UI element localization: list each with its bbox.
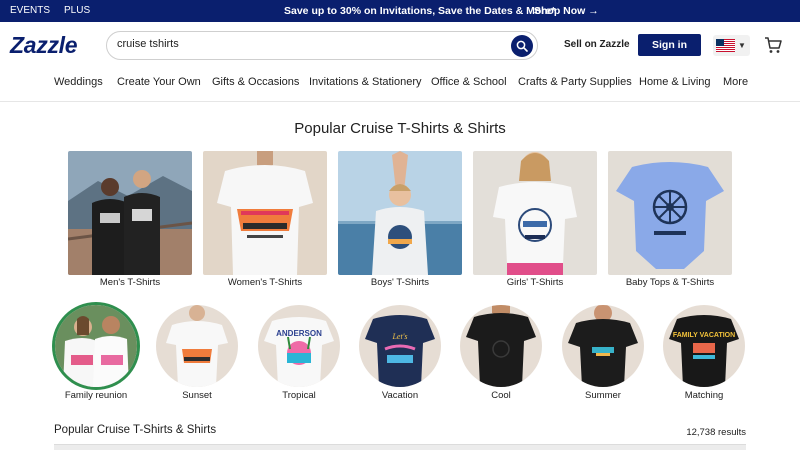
category-womens-tshirts[interactable]: Women's T-Shirts	[203, 151, 327, 288]
category-label: Girls' T-Shirts	[506, 277, 564, 288]
nav-crafts-party[interactable]: Crafts & Party Supplies	[518, 76, 632, 88]
main-nav: Weddings Create Your Own Gifts & Occasio…	[0, 68, 800, 102]
style-label: Tropical	[282, 390, 316, 401]
style-label: Family reunion	[64, 390, 128, 401]
us-flag-icon	[716, 39, 735, 52]
style-label: Sunset	[182, 390, 212, 401]
girls-tshirts-image	[473, 151, 597, 275]
nav-more[interactable]: More	[723, 76, 748, 88]
search-input[interactable]	[117, 38, 507, 50]
style-summer[interactable]: Summer	[561, 305, 645, 401]
search-icon	[516, 40, 528, 52]
style-label: Cool	[491, 390, 511, 401]
promo-bar: EVENTS PLUS Save up to 30% on Invitation…	[0, 0, 800, 22]
style-sunset[interactable]: Sunset	[155, 305, 239, 401]
zazzle-logo[interactable]: Zazzle	[10, 32, 78, 59]
mens-tshirts-image	[68, 151, 192, 275]
results-section-title: Popular Cruise T-Shirts & Shirts	[54, 424, 217, 436]
tropical-image: ANDERSON	[258, 305, 340, 387]
sign-in-button[interactable]: Sign in	[638, 34, 701, 56]
promo-text: Save up to 30% on Invitations, Save the …	[284, 5, 556, 17]
style-tropical[interactable]: ANDERSON Tropical	[257, 305, 341, 401]
country-selector[interactable]: ▼	[713, 35, 750, 56]
svg-text:Let's: Let's	[391, 332, 407, 341]
events-link[interactable]: EVENTS	[10, 5, 50, 16]
plus-link[interactable]: PLUS	[64, 5, 90, 16]
shop-now-link[interactable]: Shop Now →	[534, 5, 599, 17]
style-label: Vacation	[381, 390, 419, 401]
tropical-name-text: ANDERSON	[276, 329, 322, 338]
page-title: Popular Cruise T-Shirts & Shirts	[294, 120, 506, 137]
nav-gifts-occasions[interactable]: Gifts & Occasions	[212, 76, 299, 88]
matching-image: FAMILY VACATION	[663, 305, 745, 387]
boys-tshirts-image	[338, 151, 462, 275]
category-label: Men's T-Shirts	[99, 277, 161, 288]
nav-office-school[interactable]: Office & School	[431, 76, 507, 88]
category-label: Baby Tops & T-Shirts	[625, 277, 715, 288]
baby-tops-image	[608, 151, 732, 275]
sell-on-zazzle-link[interactable]: Sell on Zazzle	[564, 39, 630, 50]
vacation-image: Let's	[359, 305, 441, 387]
category-label: Women's T-Shirts	[227, 277, 303, 288]
sunset-image	[156, 305, 238, 387]
matching-text: FAMILY VACATION	[673, 332, 735, 339]
style-label: Matching	[684, 390, 724, 401]
family-reunion-image	[55, 305, 137, 387]
style-cool[interactable]: Cool	[459, 305, 543, 401]
style-label: Summer	[585, 390, 621, 401]
cool-image	[460, 305, 542, 387]
results-count: 12,738 results	[686, 427, 746, 438]
category-baby-tops[interactable]: Baby Tops & T-Shirts	[608, 151, 732, 288]
search-button[interactable]	[511, 35, 533, 57]
style-family-reunion[interactable]: Family reunion	[54, 305, 138, 401]
chevron-down-icon: ▼	[738, 41, 746, 50]
womens-tshirts-image	[203, 151, 327, 275]
results-divider	[54, 444, 746, 450]
nav-home-living[interactable]: Home & Living	[639, 76, 711, 88]
nav-weddings[interactable]: Weddings	[54, 76, 103, 88]
summer-image	[562, 305, 644, 387]
search-bar	[106, 31, 538, 60]
cart-icon[interactable]	[763, 35, 783, 55]
style-vacation[interactable]: Let's Vacation	[358, 305, 442, 401]
category-boys-tshirts[interactable]: Boys' T-Shirts	[338, 151, 462, 288]
category-mens-tshirts[interactable]: Men's T-Shirts	[68, 151, 192, 288]
category-label: Boys' T-Shirts	[370, 277, 430, 288]
style-matching[interactable]: FAMILY VACATION Matching	[662, 305, 746, 401]
category-girls-tshirts[interactable]: Girls' T-Shirts	[473, 151, 597, 288]
nav-invitations-stationery[interactable]: Invitations & Stationery	[309, 76, 422, 88]
nav-create-your-own[interactable]: Create Your Own	[117, 76, 201, 88]
